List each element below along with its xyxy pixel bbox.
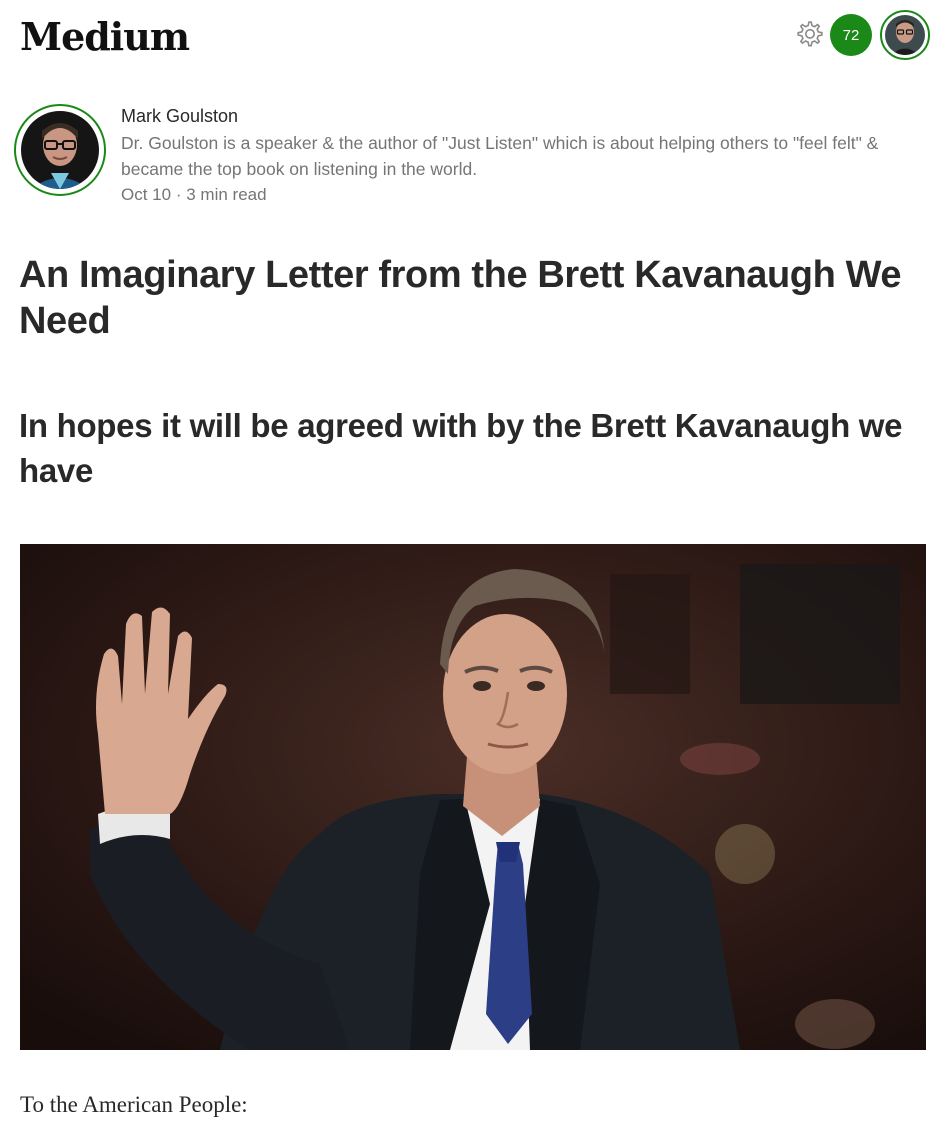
meta-separator: · [175, 185, 182, 204]
author-bio: Dr. Goulston is a speaker & the author o… [121, 133, 879, 179]
page: Medium 72 Mark Goulston Dr. Goulston is … [0, 0, 950, 1144]
article-title: An Imaginary Letter from the Brett Kavan… [19, 254, 902, 342]
user-avatar[interactable] [880, 10, 930, 60]
notification-badge[interactable]: 72 [830, 14, 872, 56]
medium-logo[interactable]: Medium [20, 14, 190, 59]
post-meta: Oct 10 · 3 min read [121, 182, 941, 208]
post-date: Oct 10 [121, 185, 172, 204]
article-body-start: To the American People: [20, 1092, 248, 1117]
author-name[interactable]: Mark Goulston [121, 104, 941, 128]
read-time: 3 min read [186, 185, 267, 204]
article-subtitle: In hopes it will be agreed with by the B… [19, 407, 903, 489]
top-bar: Medium 72 [0, 0, 950, 80]
author-avatar-photo [21, 111, 99, 189]
hero-image [20, 544, 926, 1050]
user-avatar-photo [885, 15, 925, 55]
author-avatar[interactable] [14, 104, 106, 196]
gear-icon[interactable] [792, 17, 826, 51]
author-info: Mark Goulston Dr. Goulston is a speaker … [121, 104, 941, 208]
